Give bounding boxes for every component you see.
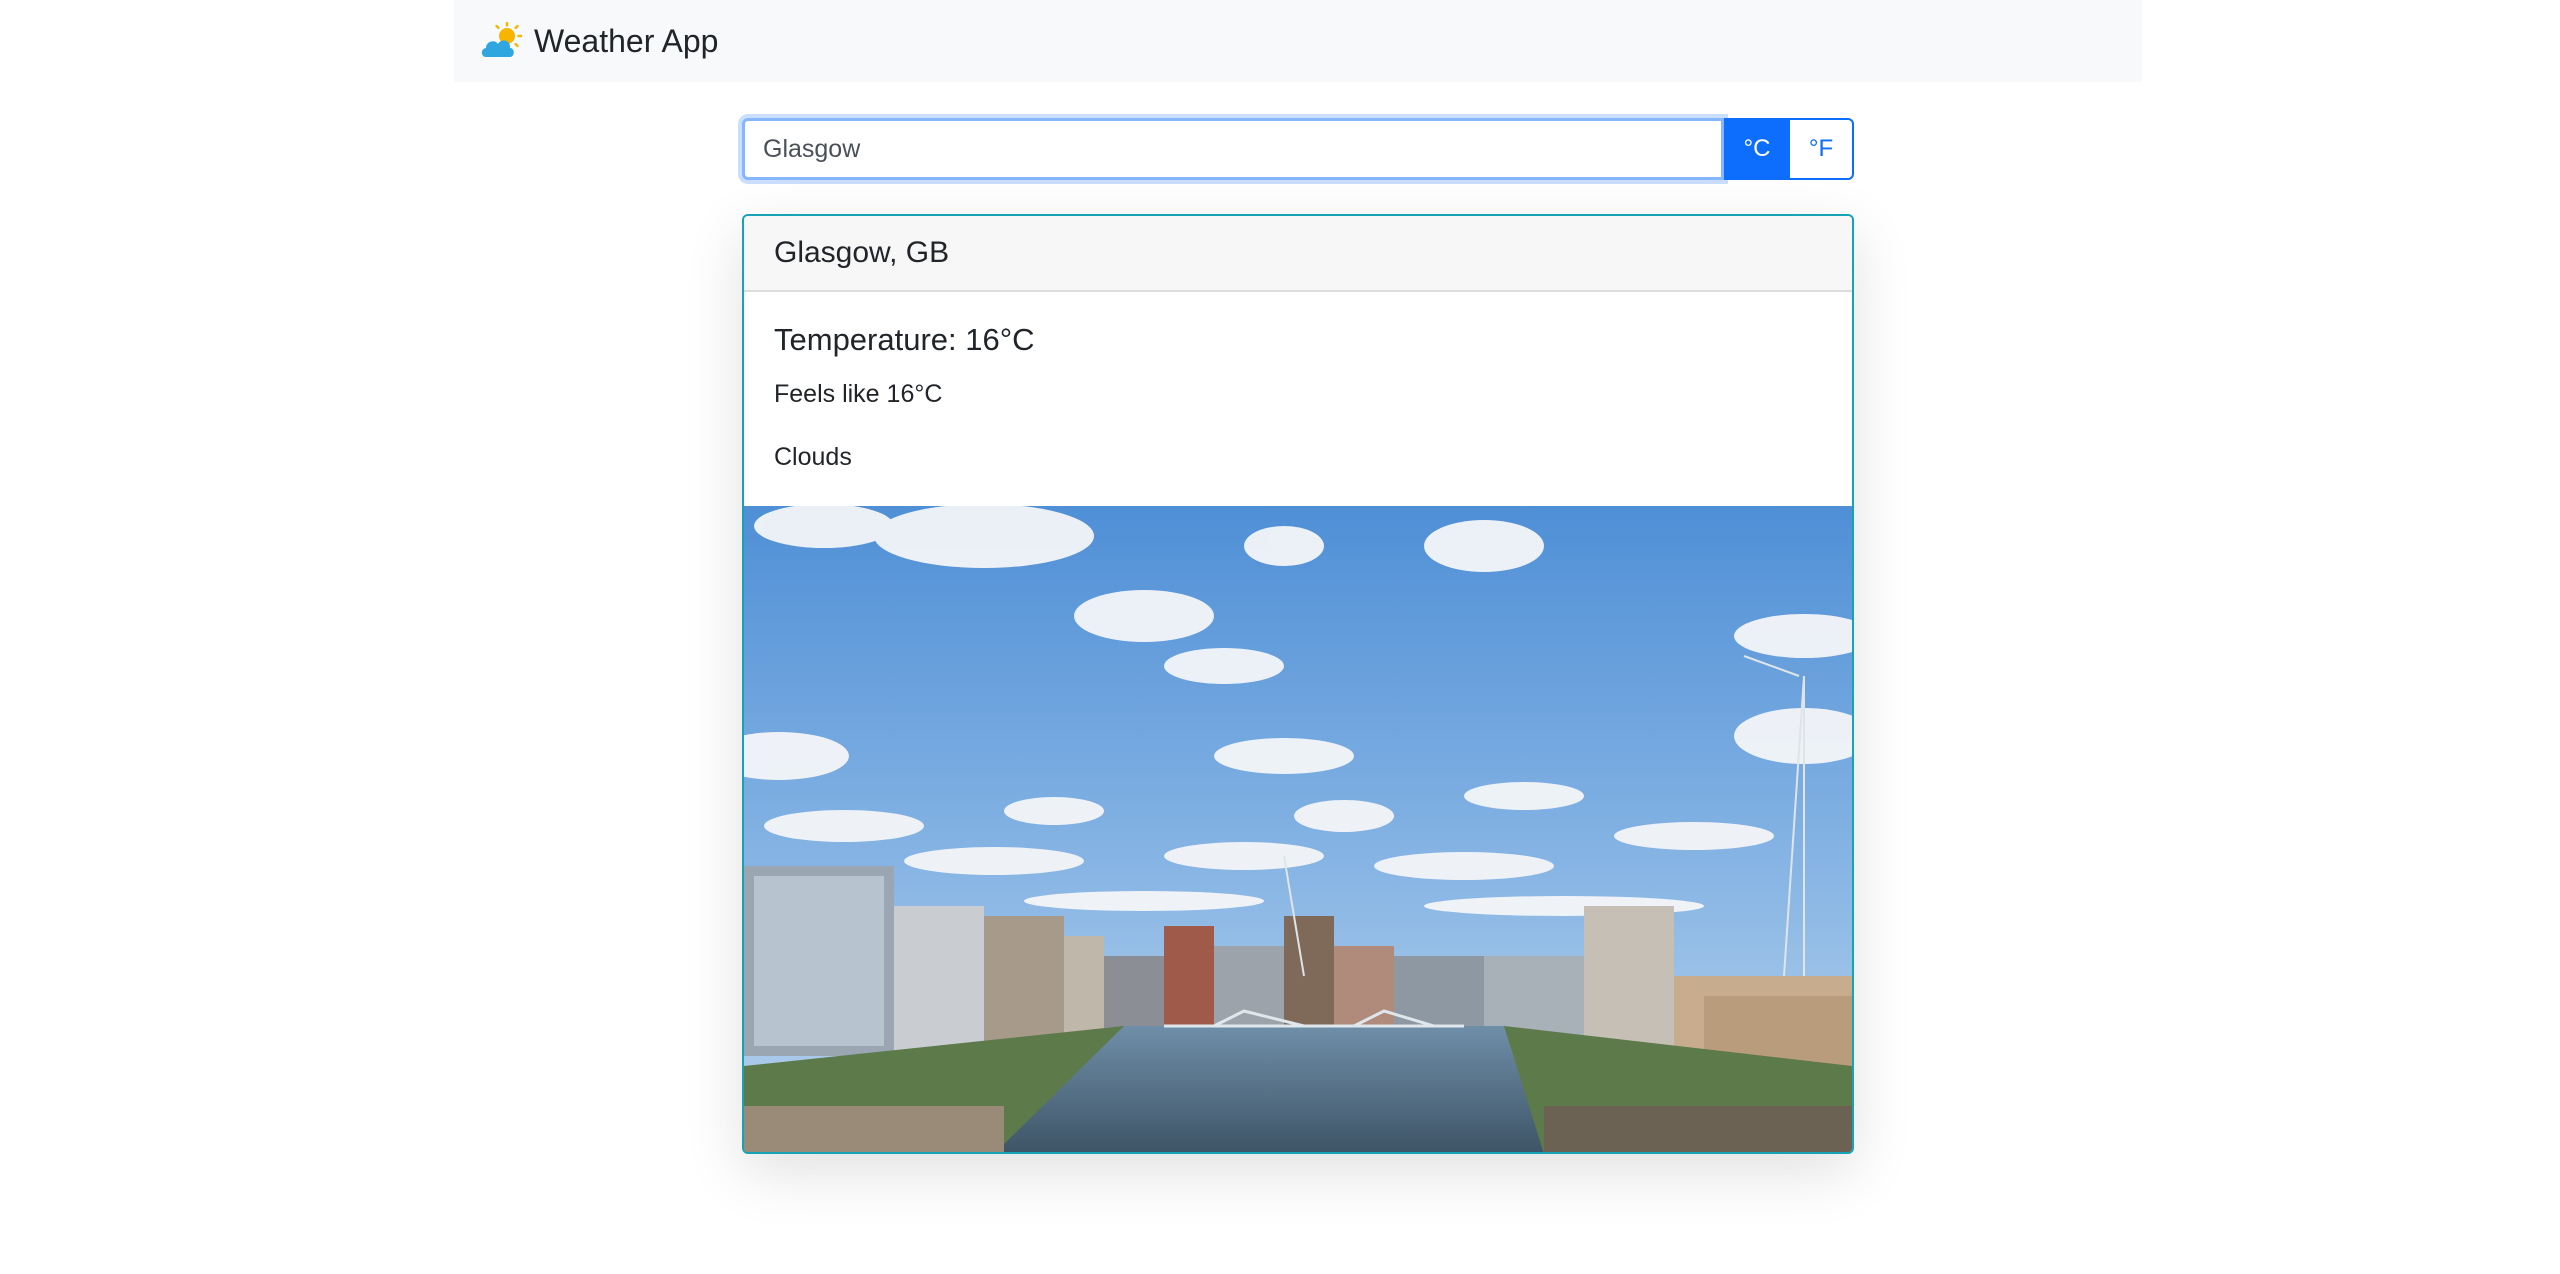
navbar: Weather App — [454, 0, 2142, 82]
weather-card: Glasgow, GB Temperature: 16°C Feels like… — [742, 214, 1854, 1154]
brand[interactable]: Weather App — [480, 22, 718, 60]
fahrenheit-button[interactable]: °F — [1788, 118, 1854, 180]
city-photo — [744, 506, 1852, 1152]
weather-details: Temperature: 16°C Feels like 16°C Clouds — [744, 292, 1852, 471]
search-row: °C °F — [742, 118, 1854, 180]
city-search-input[interactable] — [742, 118, 1724, 180]
location-title: Glasgow, GB — [744, 216, 1852, 292]
sun-behind-cloud-icon — [481, 22, 522, 57]
feels-like-text: Feels like 16°C — [774, 380, 943, 408]
brand-title: Weather App — [534, 22, 719, 59]
celsius-button[interactable]: °C — [1724, 118, 1790, 180]
temperature-text: Temperature: 16°C — [774, 322, 1035, 357]
weather-condition-text: Clouds — [774, 443, 852, 471]
